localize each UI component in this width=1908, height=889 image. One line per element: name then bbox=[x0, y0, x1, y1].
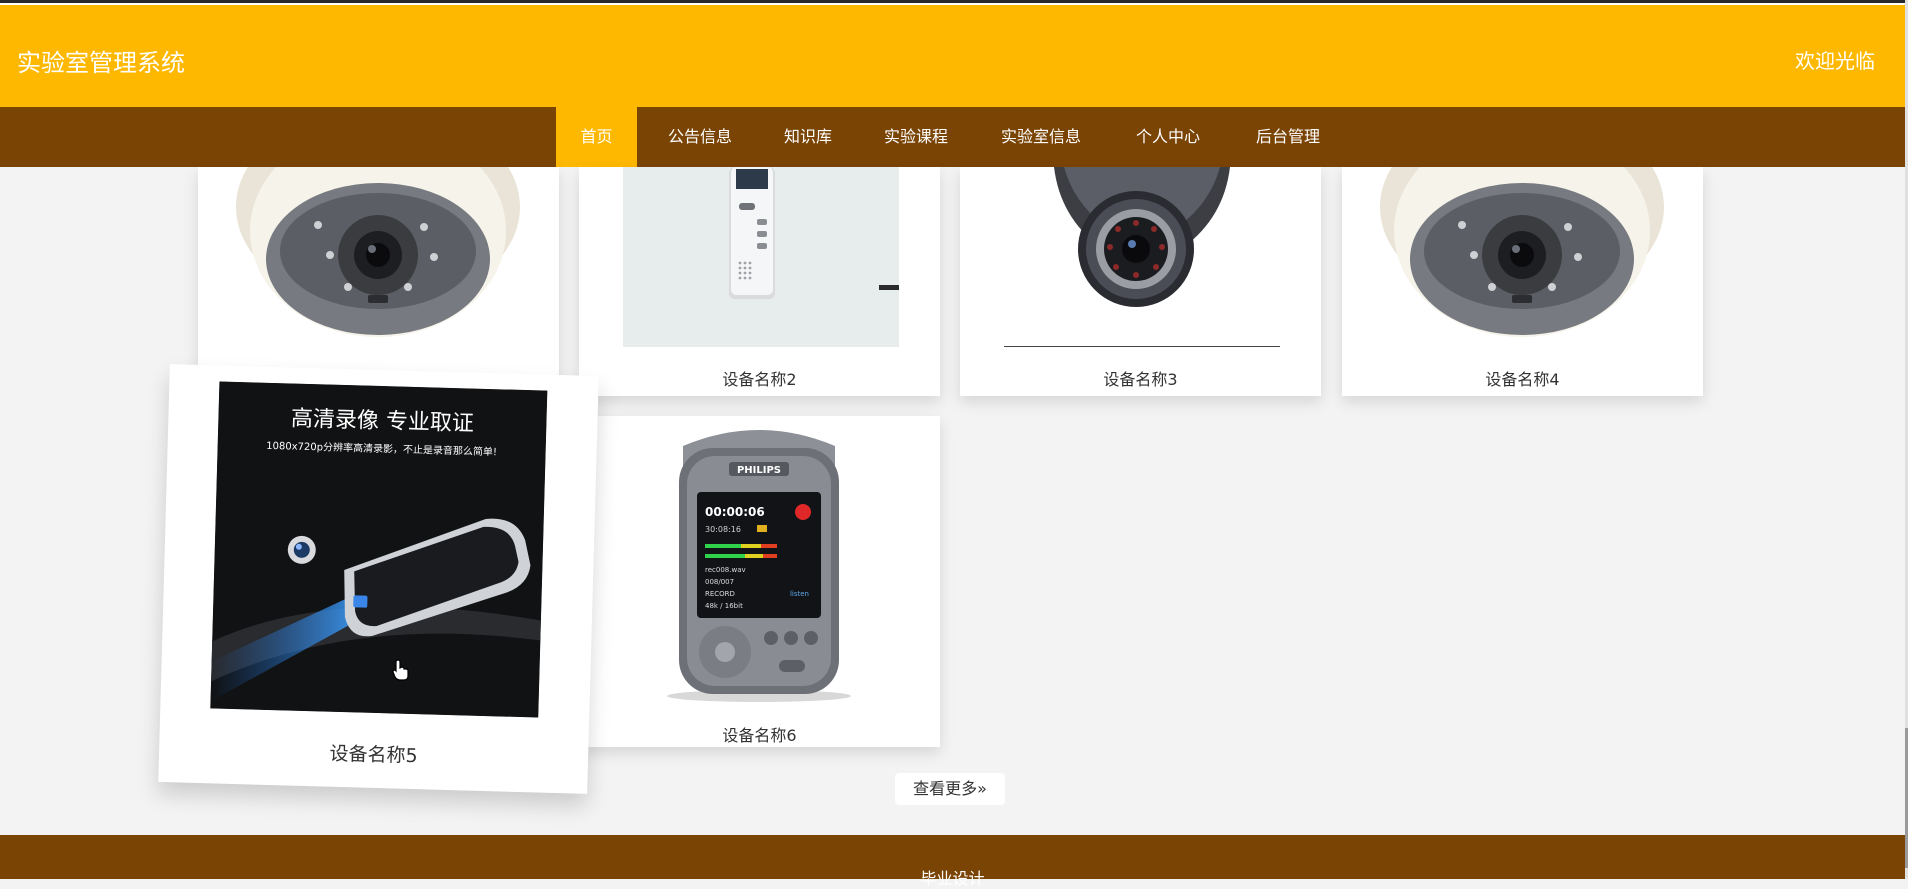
nav-item-announcements[interactable]: 公告信息 bbox=[652, 107, 748, 167]
recorder-screen-subtime: 30:08:16 bbox=[705, 525, 741, 534]
welcome-text: 欢迎光临 bbox=[1795, 49, 1875, 73]
device-name: 设备名称3 bbox=[1103, 370, 1178, 389]
recorder-screen-mode: RECORD bbox=[705, 590, 735, 598]
device-card-1[interactable]: 设备名称1 bbox=[198, 167, 559, 396]
philips-recorder-image: PHILIPS 00:00:06 30:08:16 rec008.wav 008… bbox=[659, 426, 859, 702]
footer-text: 毕业设计 bbox=[920, 869, 985, 888]
voice-recorder-image bbox=[623, 167, 899, 347]
recorder-screen-rate: 48k / 16bit bbox=[705, 602, 743, 610]
recorder-screen-file: rec008.wav bbox=[705, 566, 746, 574]
view-more-button[interactable]: 查看更多» bbox=[895, 773, 1005, 805]
nav-item-admin[interactable]: 后台管理 bbox=[1240, 107, 1336, 167]
nav-item-personal-center[interactable]: 个人中心 bbox=[1120, 107, 1216, 167]
nav-item-knowledge-base[interactable]: 知识库 bbox=[765, 107, 851, 167]
device-name: 设备名称6 bbox=[722, 726, 797, 745]
device-card-3[interactable]: 设备名称3 bbox=[960, 167, 1321, 396]
site-footer: 毕业设计 bbox=[0, 835, 1905, 888]
recorder-screen-count: 008/007 bbox=[705, 578, 734, 586]
device-name: 设备名称4 bbox=[1485, 370, 1560, 389]
dome-camera-image bbox=[1372, 167, 1672, 347]
hd-recorder-ad-image: 高清录像 专业取证 1080x720p分辨率高清录影，不止是录音那么简单! bbox=[210, 381, 548, 718]
nav-item-lab-courses[interactable]: 实验课程 bbox=[868, 107, 964, 167]
recorder-screen-action: listen bbox=[790, 590, 809, 598]
device-card-4[interactable]: 设备名称4 bbox=[1342, 167, 1703, 396]
nav-item-home[interactable]: 首页 bbox=[556, 107, 637, 167]
recorder-screen-time: 00:00:06 bbox=[705, 505, 765, 519]
device-card-2[interactable]: 设备名称2 bbox=[579, 167, 940, 396]
ad-headline: 高清录像 专业取证 bbox=[291, 406, 475, 436]
nav-item-lab-info[interactable]: 实验室信息 bbox=[985, 107, 1097, 167]
site-title[interactable]: 实验室管理系统 bbox=[17, 43, 185, 78]
device-card-6[interactable]: PHILIPS 00:00:06 30:08:16 rec008.wav 008… bbox=[579, 416, 940, 747]
security-camera-image bbox=[1004, 167, 1280, 347]
brand-label: PHILIPS bbox=[737, 465, 781, 476]
device-name: 设备名称2 bbox=[722, 370, 797, 389]
dome-camera-image bbox=[228, 167, 528, 347]
hand-cursor-icon bbox=[392, 659, 410, 685]
main-nav: 首页 公告信息 知识库 实验课程 实验室信息 个人中心 后台管理 bbox=[0, 107, 1905, 167]
device-name: 设备名称5 bbox=[329, 742, 418, 768]
device-card-5[interactable]: 高清录像 专业取证 1080x720p分辨率高清录影，不止是录音那么简单! 设备… bbox=[158, 364, 599, 794]
site-header: 实验室管理系统 欢迎光临 bbox=[0, 5, 1905, 107]
